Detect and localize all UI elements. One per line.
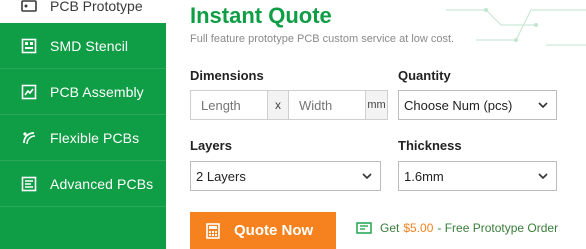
ticket-icon xyxy=(356,222,372,234)
sidebar-item-label: PCB Prototype xyxy=(50,0,143,14)
flex-icon xyxy=(20,129,38,147)
chip-icon xyxy=(20,83,38,101)
page-title: Instant Quote xyxy=(190,3,332,28)
pcb-icon xyxy=(20,0,38,15)
sidebar-item-advanced-pcbs[interactable]: Advanced PCBs xyxy=(0,161,166,207)
thickness-value: 1.6mm xyxy=(404,168,444,184)
thickness-label: Thickness xyxy=(398,138,462,153)
sidebar-item-label: Advanced PCBs xyxy=(50,175,154,192)
layers-select[interactable]: 2 Layers xyxy=(190,161,381,191)
sidebar-item-label: SMD Stencil xyxy=(50,37,129,54)
promo-banner[interactable]: Get $5.00 - Free Prototype Order xyxy=(356,221,558,235)
sidebar: PCB Prototype SMD Stencil PCB Assembly F… xyxy=(0,0,166,249)
sidebar-item-pcb-prototype[interactable]: PCB Prototype xyxy=(0,0,166,23)
length-input[interactable] xyxy=(191,91,267,119)
stencil-icon xyxy=(20,37,38,55)
promo-prefix: Get xyxy=(380,221,400,235)
thickness-select[interactable]: 1.6mm xyxy=(398,161,557,191)
chevron-down-icon xyxy=(362,173,372,180)
quote-now-button[interactable]: Quote Now xyxy=(190,212,336,249)
dimensions-field: x mm xyxy=(190,90,388,120)
chevron-down-icon xyxy=(538,173,548,180)
quantity-select[interactable]: Choose Num (pcs) xyxy=(398,90,557,120)
promo-price: $5.00 xyxy=(403,221,434,235)
advanced-icon xyxy=(20,175,38,193)
circuit-pattern xyxy=(446,8,586,46)
sidebar-item-label: Flexible PCBs xyxy=(50,129,140,146)
chevron-down-icon xyxy=(538,102,548,109)
page-subtitle: Full feature prototype PCB custom servic… xyxy=(190,33,455,45)
sidebar-item-flexible-pcbs[interactable]: Flexible PCBs xyxy=(0,115,166,161)
sidebar-item-smd-stencil[interactable]: SMD Stencil xyxy=(0,23,166,69)
dimension-separator: x xyxy=(267,91,289,119)
layers-value: 2 Layers xyxy=(196,168,246,184)
quote-now-label: Quote Now xyxy=(234,222,314,239)
instant-quote-panel: Instant Quote Full feature prototype PCB… xyxy=(166,0,586,249)
quantity-label: Quantity xyxy=(398,68,451,83)
promo-suffix: - Free Prototype Order xyxy=(437,221,559,235)
quantity-value: Choose Num (pcs) xyxy=(404,97,513,113)
unit-label: mm xyxy=(365,91,387,119)
sidebar-item-label: PCB Assembly xyxy=(50,83,144,100)
calculator-icon xyxy=(206,222,220,239)
width-input[interactable] xyxy=(289,91,365,119)
sidebar-item-pcb-assembly[interactable]: PCB Assembly xyxy=(0,69,166,115)
dimensions-label: Dimensions xyxy=(190,68,264,83)
layers-label: Layers xyxy=(190,138,232,153)
